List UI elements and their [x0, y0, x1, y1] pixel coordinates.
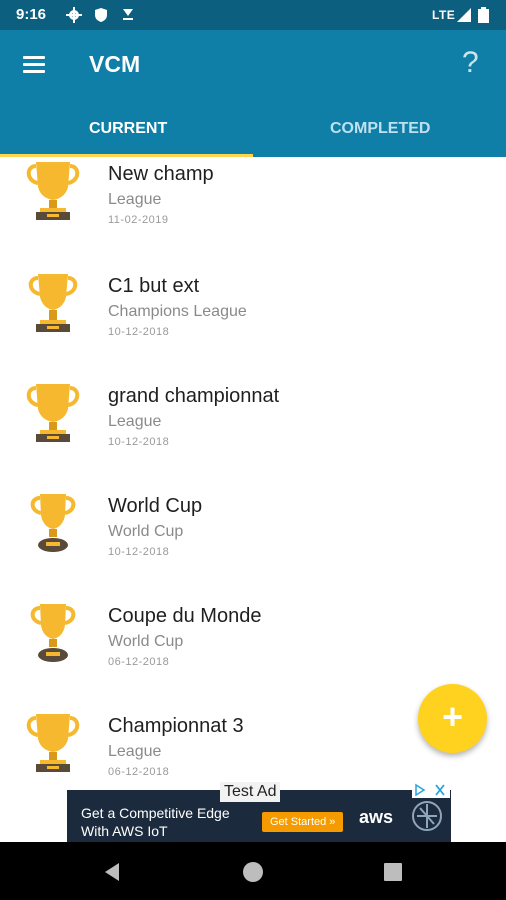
shield-icon — [95, 8, 107, 22]
ad-choices-icon[interactable] — [412, 782, 450, 798]
status-bar: 9:16 LTE — [0, 0, 506, 30]
ad-cta-button[interactable]: Get Started » — [262, 812, 344, 832]
list-item[interactable]: World Cup World Cup 10-12-2018 — [0, 483, 506, 593]
list-item[interactable]: Coupe du Monde World Cup 06-12-2018 — [0, 593, 506, 703]
home-icon[interactable] — [241, 860, 265, 884]
competition-date: 11-02-2019 — [108, 214, 169, 226]
help-button[interactable]: ? — [462, 46, 479, 80]
competition-date: 06-12-2018 — [108, 656, 170, 668]
competition-name: New champ — [108, 163, 214, 185]
competition-name: grand championnat — [108, 385, 280, 407]
competition-type: World Cup — [108, 523, 184, 540]
tab-current[interactable]: CURRENT — [89, 120, 167, 138]
ad-text: Get a Competitive Edge With AWS IoT — [81, 804, 230, 840]
signal-icon — [457, 8, 471, 22]
competition-type: Champions League — [108, 303, 247, 320]
back-icon[interactable] — [101, 860, 125, 884]
competition-type: World Cup — [108, 633, 184, 650]
tab-completed[interactable]: COMPLETED — [330, 120, 430, 138]
menu-icon[interactable] — [20, 52, 50, 78]
battery-icon — [478, 7, 489, 23]
competition-type: League — [108, 191, 162, 208]
competition-date: 06-12-2018 — [108, 766, 170, 778]
settings-icon — [66, 7, 82, 23]
add-competition-button[interactable]: + — [418, 684, 487, 753]
competition-name: Coupe du Monde — [108, 605, 262, 627]
competition-name: Championnat 3 — [108, 715, 244, 737]
download-icon — [123, 9, 133, 20]
competition-date: 10-12-2018 — [108, 546, 170, 558]
trophy-icon — [26, 162, 80, 220]
list-item[interactable]: grand championnat League 10-12-2018 — [0, 373, 506, 483]
ad-brand-logo: aws — [359, 807, 394, 827]
status-time: 9:16 — [16, 6, 47, 23]
ad-text-line2: With AWS IoT — [81, 823, 168, 839]
competition-date: 10-12-2018 — [108, 326, 170, 338]
list-item[interactable]: C1 but ext Champions League 10-12-2018 — [0, 263, 506, 373]
competition-type: League — [108, 743, 162, 760]
nav-bar — [0, 842, 506, 900]
trophy-icon — [30, 494, 76, 552]
trophy-icon — [28, 274, 78, 332]
recents-icon[interactable] — [381, 860, 405, 884]
competition-date: 10-12-2018 — [108, 436, 170, 448]
app-title: VCM — [89, 51, 141, 77]
trophy-icon — [26, 714, 80, 772]
trophy-icon — [30, 604, 76, 662]
competition-name: C1 but ext — [108, 275, 200, 297]
list-item[interactable]: New champ League 11-02-2019 — [0, 157, 506, 263]
circuit-icon — [412, 801, 442, 831]
app-bar: VCM ? CURRENT COMPLETED — [0, 30, 506, 157]
ad-text-line1: Get a Competitive Edge — [81, 805, 230, 821]
network-type: LTE — [432, 8, 456, 22]
competition-type: League — [108, 413, 162, 430]
test-ad-label: Test Ad — [220, 782, 281, 802]
competition-name: World Cup — [108, 495, 203, 517]
trophy-icon — [26, 384, 80, 442]
